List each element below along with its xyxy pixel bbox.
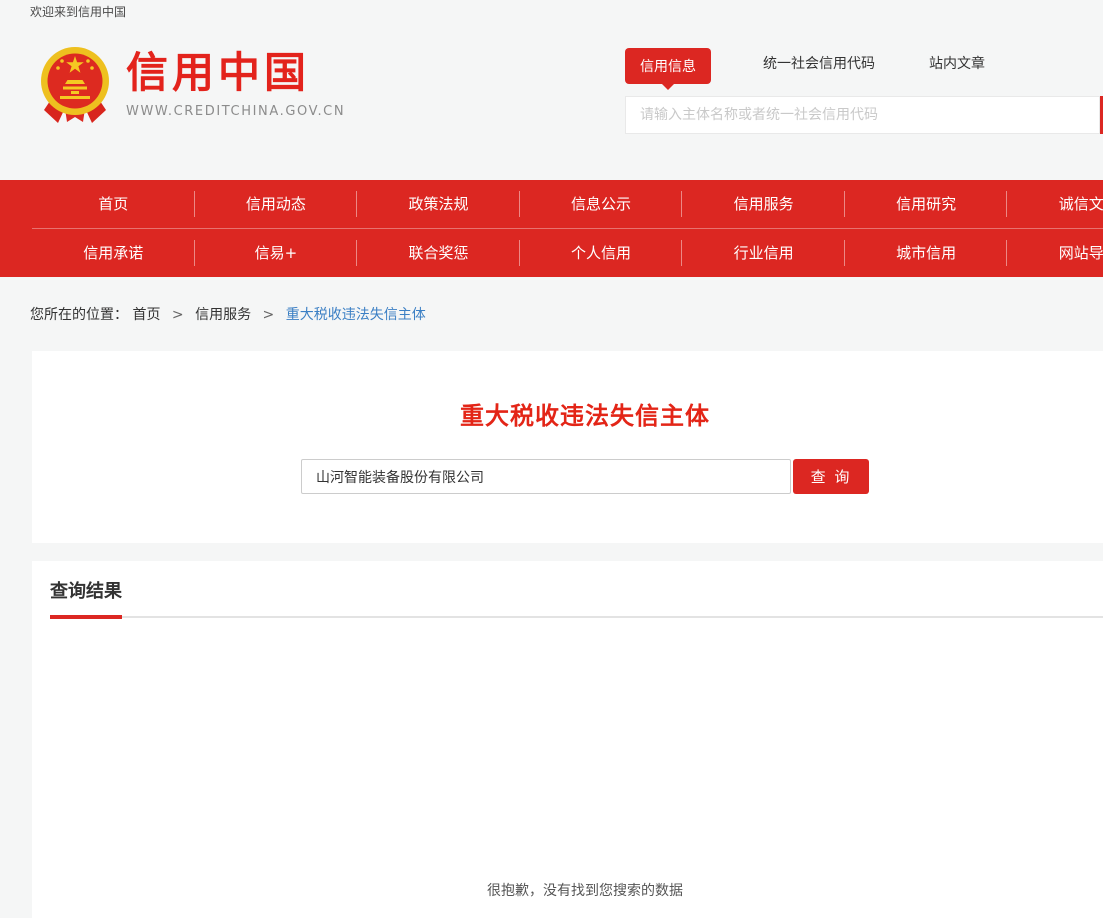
nav-item-credit-commitment[interactable]: 信用承诺 xyxy=(32,229,195,277)
site-url: WWW.CREDITCHINA.GOV.CN xyxy=(126,104,345,119)
header-search-input[interactable] xyxy=(625,96,1100,134)
breadcrumb-label: 您所在的位置： xyxy=(30,307,128,323)
breadcrumb-separator: > xyxy=(263,307,275,323)
query-row: 查 询 xyxy=(301,459,869,494)
site-logo[interactable]: 信用中国 WWW.CREDITCHINA.GOV.CN xyxy=(38,44,345,128)
header-search-block: 信用信息 统一社会信用代码 站内文章 xyxy=(625,48,1103,134)
nav-item-home[interactable]: 首页 xyxy=(32,180,195,228)
page: 欢迎来到信用中国 信用中 xyxy=(0,0,1103,918)
breadcrumb-credit-services[interactable]: 信用服务 xyxy=(195,307,251,323)
nav-item-industry-credit[interactable]: 行业信用 xyxy=(682,229,845,277)
nav-item-city-credit[interactable]: 城市信用 xyxy=(845,229,1008,277)
empty-result-message: 很抱歉，没有找到您搜索的数据 xyxy=(50,880,1103,900)
query-button[interactable]: 查 询 xyxy=(793,459,869,494)
national-emblem-icon xyxy=(38,44,112,128)
nav-row-2: 信用承诺 信易+ 联合奖惩 个人信用 行业信用 城市信用 网站导航 xyxy=(0,229,1103,277)
tab-unified-social-credit-code[interactable]: 统一社会信用代码 xyxy=(763,48,875,80)
breadcrumb-separator: > xyxy=(172,307,184,323)
breadcrumb-current-page[interactable]: 重大税收违法失信主体 xyxy=(286,307,426,323)
query-card: 重大税收违法失信主体 查 询 xyxy=(32,351,1103,543)
nav-item-credit-news[interactable]: 信用动态 xyxy=(195,180,358,228)
page-title: 重大税收违法失信主体 xyxy=(32,396,1103,431)
results-card: 查询结果 很抱歉，没有找到您搜索的数据 xyxy=(32,561,1103,918)
site-header: 信用中国 WWW.CREDITCHINA.GOV.CN 信用信息 统一社会信用代… xyxy=(0,22,1103,180)
nav-row-1: 首页 信用动态 政策法规 信息公示 信用服务 信用研究 诚信文化 xyxy=(0,180,1103,228)
search-tabs: 信用信息 统一社会信用代码 站内文章 xyxy=(625,48,1103,86)
nav-item-joint-rewards-punishment[interactable]: 联合奖惩 xyxy=(357,229,520,277)
tab-credit-info[interactable]: 信用信息 xyxy=(625,48,711,84)
nav-item-xinyi-plus[interactable]: 信易+ xyxy=(195,229,358,277)
site-name: 信用中国 xyxy=(126,50,345,96)
welcome-bar: 欢迎来到信用中国 xyxy=(0,0,1103,22)
query-input[interactable] xyxy=(301,459,791,494)
main-nav: 首页 信用动态 政策法规 信息公示 信用服务 信用研究 诚信文化 信用承诺 信易… xyxy=(0,180,1103,277)
nav-item-integrity-culture[interactable]: 诚信文化 xyxy=(1007,180,1103,228)
results-header: 查询结果 xyxy=(50,577,1103,618)
breadcrumb: 您所在的位置： 首页 > 信用服务 > 重大税收违法失信主体 xyxy=(0,277,1103,324)
breadcrumb-home[interactable]: 首页 xyxy=(132,307,160,323)
welcome-text: 欢迎来到信用中国 xyxy=(30,5,126,19)
nav-item-site-map[interactable]: 网站导航 xyxy=(1007,229,1103,277)
header-search-row xyxy=(625,96,1103,134)
nav-item-policies[interactable]: 政策法规 xyxy=(357,180,520,228)
site-title-block: 信用中国 WWW.CREDITCHINA.GOV.CN xyxy=(126,44,345,119)
nav-item-info-disclosure[interactable]: 信息公示 xyxy=(520,180,683,228)
nav-item-credit-services[interactable]: 信用服务 xyxy=(682,180,845,228)
tab-site-articles[interactable]: 站内文章 xyxy=(929,48,985,80)
nav-item-personal-credit[interactable]: 个人信用 xyxy=(520,229,683,277)
nav-item-credit-research[interactable]: 信用研究 xyxy=(845,180,1008,228)
results-heading: 查询结果 xyxy=(50,577,122,619)
